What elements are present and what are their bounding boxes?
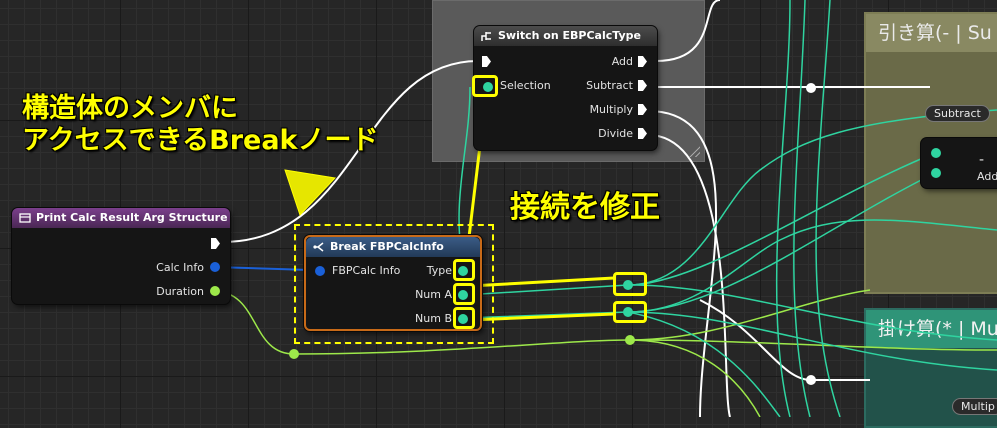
multiply-exec-pin[interactable] (638, 104, 647, 115)
reroute-knot (806, 375, 816, 385)
annotation-break-caption-2: アクセスできるBreakノード (22, 125, 379, 156)
divide-exec-pin[interactable] (638, 128, 647, 139)
calc-info-label: Calc Info (156, 261, 204, 274)
math-input-a-pin[interactable] (931, 148, 941, 158)
float-wire-branch (629, 289, 871, 341)
teal-wire-9 (627, 219, 997, 313)
duration-pin[interactable] (210, 286, 220, 296)
multiply-pill[interactable]: Multip (952, 398, 997, 415)
teal-wire-5 (775, 0, 791, 417)
add-pin-label: Add (611, 55, 633, 68)
add-exec-pin[interactable] (638, 56, 647, 67)
annotation-break-caption-1: 構造体のメンバに (22, 93, 238, 124)
highlight-break-node (294, 224, 494, 344)
highlight-selection-pin (472, 75, 498, 97)
divide-pin-label: Divide (598, 127, 633, 140)
duration-label: Duration (156, 285, 204, 298)
teal-wire-3 (627, 284, 997, 341)
reroute-knot (289, 349, 299, 359)
selection-label: Selection (500, 79, 551, 92)
teal-wire-8 (627, 109, 997, 286)
subtract-pill[interactable]: Subtract (925, 105, 990, 122)
function-icon (19, 213, 31, 223)
annotation-fix-caption: 接続を修正 (510, 190, 660, 225)
reroute-knot (806, 83, 816, 93)
exec-wire-add-up (655, 0, 721, 62)
subtract-exec-pin[interactable] (638, 80, 647, 91)
teal-wire-6 (793, 0, 811, 417)
print-node-title: Print Calc Result Arg Structure (12, 208, 230, 228)
math-input-b-pin[interactable] (931, 168, 941, 178)
subtract-pin-label: Subtract (586, 79, 633, 92)
float-wire-branch2 (629, 339, 761, 417)
reroute-knot (625, 335, 635, 345)
math-sub-label: Add (977, 170, 997, 183)
exec-in-pin[interactable] (482, 56, 491, 67)
switch-node[interactable]: Switch on EBPCalcType Selection Add Subt… (474, 26, 657, 150)
highlight-reroute-a (613, 272, 647, 296)
switch-node-title: Switch on EBPCalcType (474, 26, 657, 46)
subtract-math-node[interactable]: - Add (921, 138, 997, 188)
multiply-pin-label: Multiply (589, 103, 633, 116)
math-operator: - (979, 152, 985, 168)
exec-wire-divide (647, 134, 731, 417)
switch-icon (481, 32, 491, 41)
highlight-reroute-b (613, 301, 647, 323)
calc-info-pin[interactable] (210, 262, 220, 272)
exec-out-pin[interactable] (211, 238, 220, 249)
print-node[interactable]: Print Calc Result Arg Structure Calc Inf… (12, 208, 230, 304)
